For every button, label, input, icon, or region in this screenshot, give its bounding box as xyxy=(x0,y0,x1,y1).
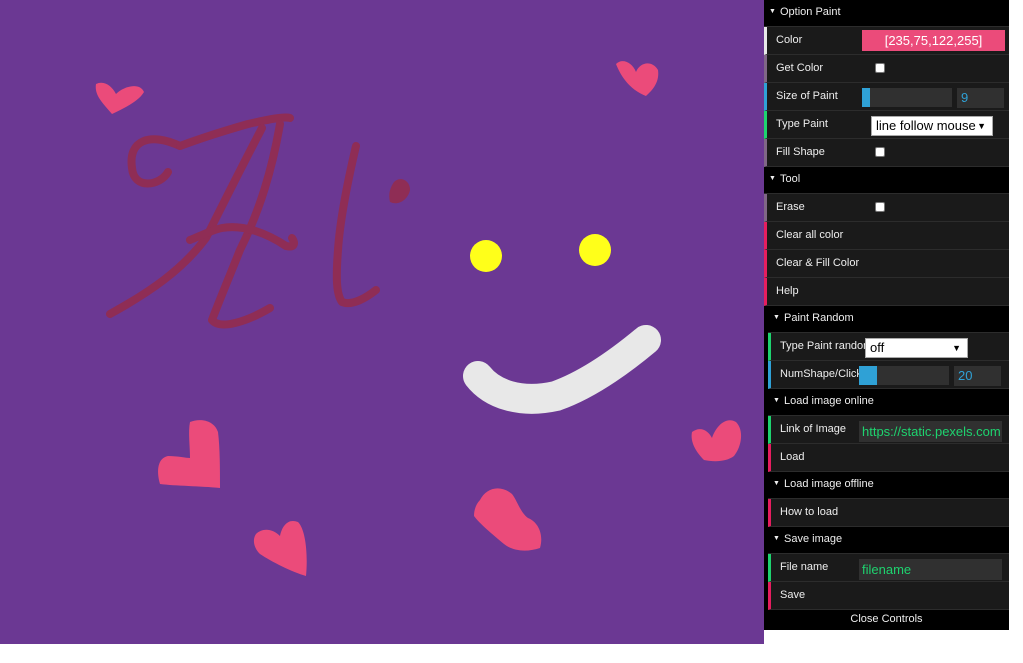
erase-label: Erase xyxy=(776,201,805,213)
load-button[interactable]: Load xyxy=(768,444,1009,472)
hi-drawing xyxy=(106,113,380,329)
load-label: Load xyxy=(780,451,805,463)
slider-fill xyxy=(859,366,877,385)
type-paint-label: Type Paint xyxy=(776,118,828,130)
size-paint-label: Size of Paint xyxy=(776,90,838,102)
help-button[interactable]: Help xyxy=(764,278,1009,306)
save-button[interactable]: Save xyxy=(768,582,1009,610)
eye-left xyxy=(470,240,502,272)
type-paint-control: Type Paint line follow mouse ▼ xyxy=(764,111,1009,139)
paint-dot xyxy=(389,179,410,204)
clear-all-button[interactable]: Clear all color xyxy=(764,222,1009,250)
type-random-value: off xyxy=(870,340,885,355)
how-to-load-label: How to load xyxy=(780,506,839,518)
type-random-control: Type Paint random off ▼ xyxy=(768,333,1009,361)
folder-title-label: Load image offline xyxy=(784,478,874,490)
num-shape-input[interactable]: 20 xyxy=(954,366,1001,386)
link-image-control: Link of Image https://static.pexels.com xyxy=(768,416,1009,444)
folder-title-label: Option Paint xyxy=(780,6,841,18)
folder-open-arrow-icon: ▼ xyxy=(769,8,776,15)
file-name-input[interactable]: filename xyxy=(859,559,1002,580)
folder-tool[interactable]: ▼ Tool xyxy=(764,167,1009,194)
erase-control: Erase xyxy=(764,194,1009,222)
chevron-down-icon: ▼ xyxy=(977,121,986,131)
paint-canvas[interactable] xyxy=(0,0,764,644)
clear-fill-label: Clear & Fill Color xyxy=(776,257,860,269)
heart-shape xyxy=(616,61,659,96)
folder-open-arrow-icon: ▼ xyxy=(773,480,780,487)
folder-load-offline[interactable]: ▼ Load image offline xyxy=(768,472,1009,499)
subfolders: ▼ Paint Random Type Paint random off ▼ N… xyxy=(764,306,1009,610)
folder-open-arrow-icon: ▼ xyxy=(773,535,780,542)
color-label: Color xyxy=(776,34,803,46)
folder-open-arrow-icon: ▼ xyxy=(773,314,780,321)
folder-title-label: Save image xyxy=(784,533,843,545)
close-controls-button[interactable]: Close Controls xyxy=(764,610,1009,630)
type-paint-value: line follow mouse xyxy=(876,118,976,133)
control-panel: ▼ Option Paint Color [235,75,122,255] Ge… xyxy=(764,0,1009,630)
folder-title-label: Paint Random xyxy=(784,312,854,324)
fill-shape-label: Fill Shape xyxy=(776,146,825,158)
erase-checkbox[interactable] xyxy=(875,202,885,212)
type-paint-select[interactable]: line follow mouse ▼ xyxy=(871,116,993,136)
folder-paint-random[interactable]: ▼ Paint Random xyxy=(768,306,1009,333)
type-random-select[interactable]: off ▼ xyxy=(865,338,968,358)
num-shape-slider[interactable] xyxy=(859,366,949,385)
save-label: Save xyxy=(780,589,806,601)
slider-fill xyxy=(862,88,871,107)
smile xyxy=(463,325,661,414)
file-name-control: File name filename xyxy=(768,554,1009,582)
heart-shape xyxy=(691,420,742,462)
size-paint-slider[interactable] xyxy=(862,88,952,107)
canvas-drawing xyxy=(95,61,742,576)
color-picker[interactable]: [235,75,122,255] xyxy=(862,30,1005,51)
heart-shape xyxy=(474,488,542,551)
link-image-input[interactable]: https://static.pexels.com xyxy=(859,421,1002,442)
folder-option-paint[interactable]: ▼ Option Paint xyxy=(764,0,1009,27)
color-control: Color [235,75,122,255] xyxy=(764,27,1009,55)
size-paint-input[interactable]: 9 xyxy=(957,88,1004,108)
help-label: Help xyxy=(776,285,799,297)
folder-save-image[interactable]: ▼ Save image xyxy=(768,527,1009,554)
type-random-label: Type Paint random xyxy=(780,340,873,352)
folder-load-online[interactable]: ▼ Load image online xyxy=(768,389,1009,416)
clear-all-label: Clear all color xyxy=(776,229,844,241)
get-color-checkbox[interactable] xyxy=(875,63,885,73)
folder-title-label: Tool xyxy=(780,173,801,185)
heart-shape xyxy=(158,420,220,488)
get-color-label: Get Color xyxy=(776,62,824,74)
folder-open-arrow-icon: ▼ xyxy=(773,397,780,404)
num-shape-control: NumShape/Click 20 xyxy=(768,361,1009,389)
eye-right xyxy=(579,234,611,266)
fill-shape-checkbox[interactable] xyxy=(875,147,885,157)
how-to-load-button[interactable]: How to load xyxy=(768,499,1009,527)
clear-fill-button[interactable]: Clear & Fill Color xyxy=(764,250,1009,278)
chevron-down-icon: ▼ xyxy=(952,343,961,353)
folder-open-arrow-icon: ▼ xyxy=(769,175,776,182)
fill-shape-control: Fill Shape xyxy=(764,139,1009,167)
heart-shape xyxy=(253,520,307,576)
heart-shape xyxy=(95,82,144,114)
get-color-control: Get Color xyxy=(764,55,1009,83)
size-paint-control: Size of Paint 9 xyxy=(764,83,1009,111)
folder-title-label: Load image online xyxy=(784,395,874,407)
